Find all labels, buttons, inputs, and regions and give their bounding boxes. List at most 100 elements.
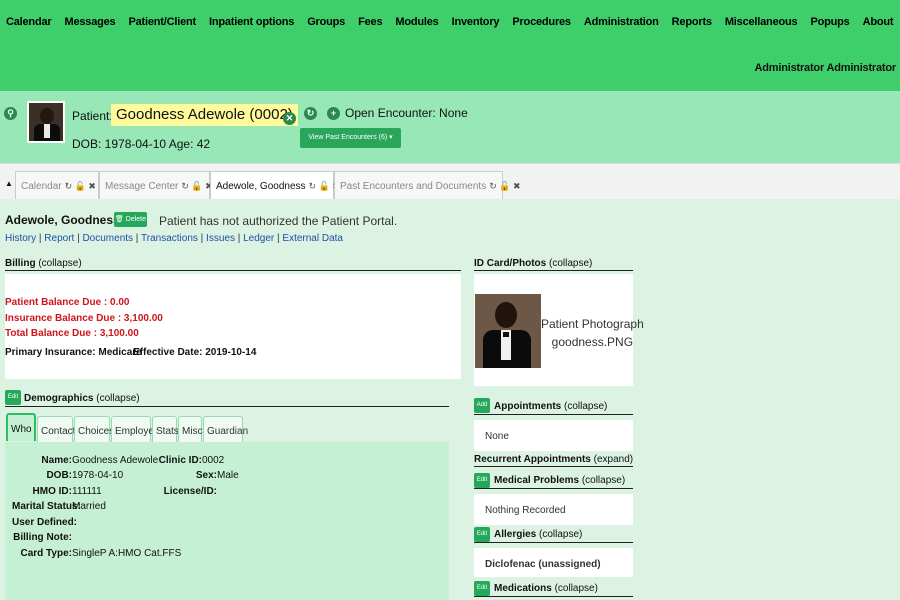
refresh-icon[interactable]: ↻ <box>304 107 317 120</box>
tab-past-encounters[interactable]: Past Encounters and Documents ↻ 🔓 ✖ <box>334 171 521 199</box>
menu-patient-client[interactable]: Patient/Client <box>128 16 196 28</box>
tab-calendar[interactable]: Calendar ↻ 🔓 ✖ <box>15 171 99 199</box>
value-marital-status: Married <box>72 501 106 512</box>
label-hmo-id: HMO ID: <box>32 486 72 497</box>
allergies-value: Diclofenac (unassigned) <box>485 559 601 570</box>
effective-date: Effective Date: 2019-10-14 <box>133 347 257 358</box>
tab-label: Message Center <box>105 181 179 192</box>
tab-label: Past Encounters and Documents <box>340 181 487 192</box>
demographics-collapse-toggle[interactable]: (collapse) <box>96 393 139 404</box>
patient-photo[interactable] <box>475 294 541 368</box>
demo-tab-who[interactable]: Who <box>6 413 36 441</box>
demo-tab-choices[interactable]: Choices <box>74 416 114 442</box>
tab-icons: ↻ 🔓 ✖ <box>181 181 213 191</box>
patient-name: Goodness Adewole (0002) <box>111 104 298 126</box>
menu-modules[interactable]: Modules <box>395 16 438 28</box>
idcard-collapse-toggle[interactable]: (collapse) <box>549 258 592 269</box>
appointments-value: None <box>485 431 509 442</box>
medications-edit-button[interactable]: Edit <box>474 581 490 596</box>
field-license-id: License/ID: <box>150 486 217 497</box>
patient-header <box>0 91 900 163</box>
menu-inpatient-options[interactable]: Inpatient options <box>209 16 294 28</box>
tab-collapse-icon[interactable]: ▲ <box>5 179 13 188</box>
patient-summary-name: Adewole, Goodness <box>5 213 120 227</box>
tab-patient[interactable]: Adewole, Goodness ↻ 🔓 ✖ <box>210 171 340 200</box>
medical-problems-collapse-toggle[interactable]: (collapse) <box>582 475 625 486</box>
patient-balance: Patient Balance Due : 0.00 <box>5 297 130 308</box>
tab-icons: ↻ 🔓 ✖ <box>489 181 521 191</box>
billing-heading: Billing <box>5 258 36 269</box>
link-documents[interactable]: Documents <box>82 233 133 244</box>
medical-problems-heading: Medical Problems <box>494 475 580 486</box>
link-transactions[interactable]: Transactions <box>141 233 198 244</box>
billing-divider <box>5 270 461 271</box>
idcard-title: ID Card/Photos (collapse) <box>474 258 592 269</box>
delete-button[interactable]: 🗑 Delete <box>114 212 147 227</box>
label-license-id: License/ID: <box>163 486 217 497</box>
value-clinic-id: 0002 <box>202 455 225 466</box>
main-menu: Calendar Messages Patient/Client Inpatie… <box>6 16 900 28</box>
demo-tab-misc[interactable]: Misc <box>178 416 203 442</box>
medications-collapse-toggle[interactable]: (collapse) <box>555 583 598 594</box>
billing-collapse-toggle[interactable]: (collapse) <box>38 258 81 269</box>
recurrent-expand-toggle[interactable]: (expand) <box>594 454 633 465</box>
menu-reports[interactable]: Reports <box>672 16 712 28</box>
top-menu-bar: Calendar Messages Patient/Client Inpatie… <box>0 0 900 91</box>
field-user-defined: User Defined: <box>12 517 77 528</box>
menu-groups[interactable]: Groups <box>307 16 345 28</box>
demographics-heading: Demographics <box>24 393 94 404</box>
menu-miscellaneous[interactable]: Miscellaneous <box>725 16 798 28</box>
link-history[interactable]: History <box>5 233 36 244</box>
allergies-title: Allergies (collapse) <box>494 529 582 540</box>
link-ledger[interactable]: Ledger <box>243 233 274 244</box>
photo-caption: Patient Photograph goodness.PNG <box>541 315 644 351</box>
demo-tab-employer[interactable]: Employer <box>111 416 157 442</box>
open-encounter: Open Encounter: None <box>345 106 468 120</box>
medications-heading: Medications <box>494 583 552 594</box>
demographics-divider <box>5 406 449 407</box>
demo-tab-guardian[interactable]: Guardian <box>203 416 248 442</box>
tab-message-center[interactable]: Message Center ↻ 🔓 ✖ <box>99 171 213 199</box>
tab-label: Adewole, Goodness <box>216 181 306 192</box>
menu-fees[interactable]: Fees <box>358 16 382 28</box>
allergies-collapse-toggle[interactable]: (collapse) <box>539 529 582 540</box>
demographics-edit-button[interactable]: Edit <box>5 390 21 405</box>
link-issues[interactable]: Issues <box>206 233 235 244</box>
insurance-balance: Insurance Balance Due : 3,100.00 <box>5 313 163 324</box>
search-icon[interactable]: ⚲ <box>4 107 17 120</box>
allergies-divider <box>474 542 633 543</box>
demo-tab-contact[interactable]: Contact <box>37 416 75 442</box>
current-user[interactable]: Administrator Administrator <box>755 62 897 74</box>
field-sex: Sex:Male <box>150 470 239 481</box>
menu-messages[interactable]: Messages <box>64 16 115 28</box>
menu-procedures[interactable]: Procedures <box>512 16 571 28</box>
demo-tab-stats[interactable]: Stats <box>152 416 179 442</box>
billing-title: Billing (collapse) <box>5 258 82 269</box>
menu-administration[interactable]: Administration <box>584 16 659 28</box>
link-report[interactable]: Report <box>44 233 74 244</box>
label-billing-note: Billing Note: <box>13 532 72 543</box>
field-card-type: Card Type:SingleP A:HMO Cat.FFS <box>12 548 182 559</box>
recurrent-title: Recurrent Appointments (expand) <box>474 454 633 465</box>
medications-title: Medications (collapse) <box>494 583 598 594</box>
appointments-add-button[interactable]: Add <box>474 398 490 413</box>
allergies-edit-button[interactable]: Edit <box>474 527 490 542</box>
menu-calendar[interactable]: Calendar <box>6 16 52 28</box>
view-past-encounters-button[interactable]: View Past Encounters (6) ▾ <box>300 128 401 148</box>
label-dob: DOB: <box>46 470 72 481</box>
menu-about[interactable]: About <box>863 16 894 28</box>
appointments-collapse-toggle[interactable]: (collapse) <box>564 401 607 412</box>
photo-caption-file: goodness.PNG <box>551 335 634 349</box>
medical-problems-edit-button[interactable]: Edit <box>474 473 490 488</box>
medical-problems-divider <box>474 488 633 489</box>
close-icon[interactable]: ✕ <box>283 112 296 125</box>
link-external-data[interactable]: External Data <box>282 233 343 244</box>
field-marital-status: Marital Status:Married <box>12 501 106 512</box>
value-name: Goodness Adewole <box>72 455 159 466</box>
field-dob: DOB:1978-04-10 <box>12 470 123 481</box>
menu-popups[interactable]: Popups <box>810 16 849 28</box>
allergies-heading: Allergies <box>494 529 537 540</box>
add-encounter-icon[interactable]: + <box>327 107 340 120</box>
menu-inventory[interactable]: Inventory <box>452 16 500 28</box>
appointments-divider <box>474 414 633 415</box>
